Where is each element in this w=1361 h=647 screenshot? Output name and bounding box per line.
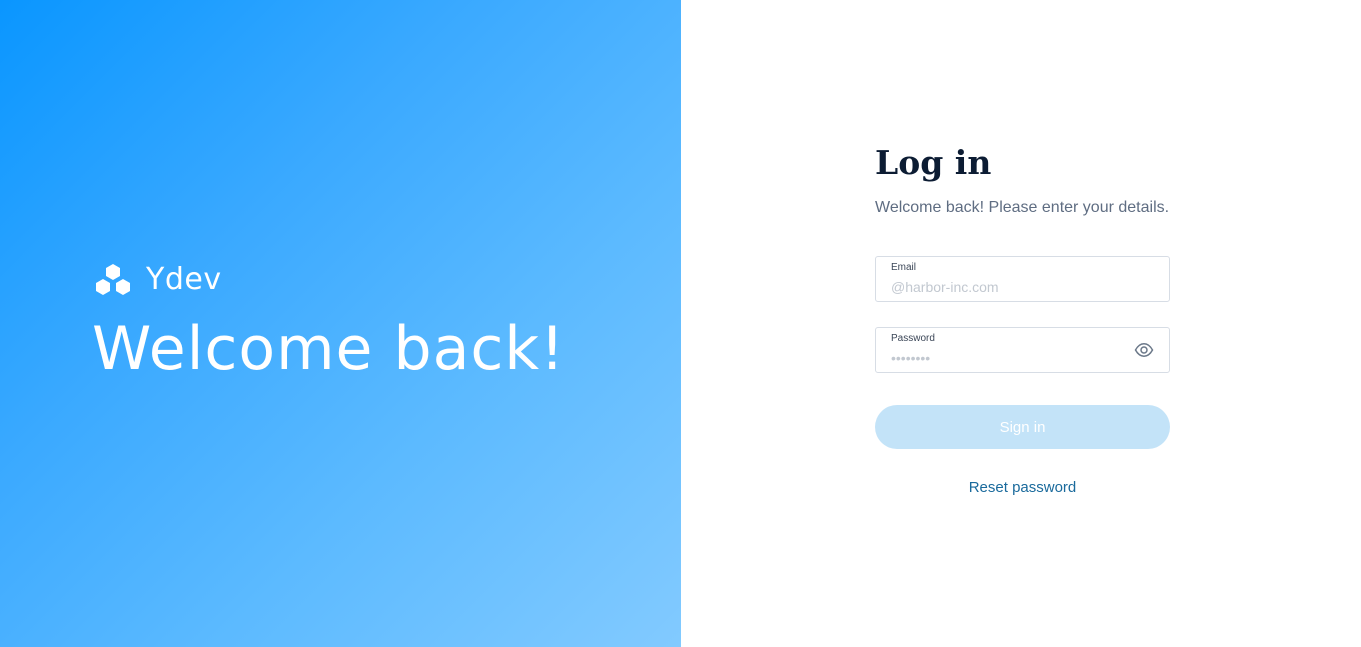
reset-password-link[interactable]: Reset password [875, 478, 1170, 498]
login-page: Ydev Welcome back! Log in Welcome back! … [0, 0, 1361, 647]
eye-icon[interactable] [1134, 341, 1154, 359]
hero-title: Welcome back! [92, 314, 566, 384]
email-field[interactable]: Email [875, 256, 1170, 302]
three-cube-logo-icon [96, 264, 130, 295]
login-title: Log in [875, 143, 992, 182]
brand-name: Ydev [146, 262, 222, 297]
email-label: Email [891, 262, 917, 273]
brand: Ydev [94, 263, 222, 297]
sign-in-button[interactable]: Sign in [875, 405, 1170, 449]
password-field[interactable]: Password [875, 327, 1170, 373]
login-panel: Log in Welcome back! Please enter your d… [681, 0, 1361, 647]
login-subtitle: Welcome back! Please enter your details. [875, 199, 1170, 216]
password-input[interactable] [891, 349, 1121, 367]
password-label: Password [891, 333, 935, 344]
email-input[interactable] [891, 278, 1121, 296]
hero-panel: Ydev Welcome back! [0, 0, 681, 647]
